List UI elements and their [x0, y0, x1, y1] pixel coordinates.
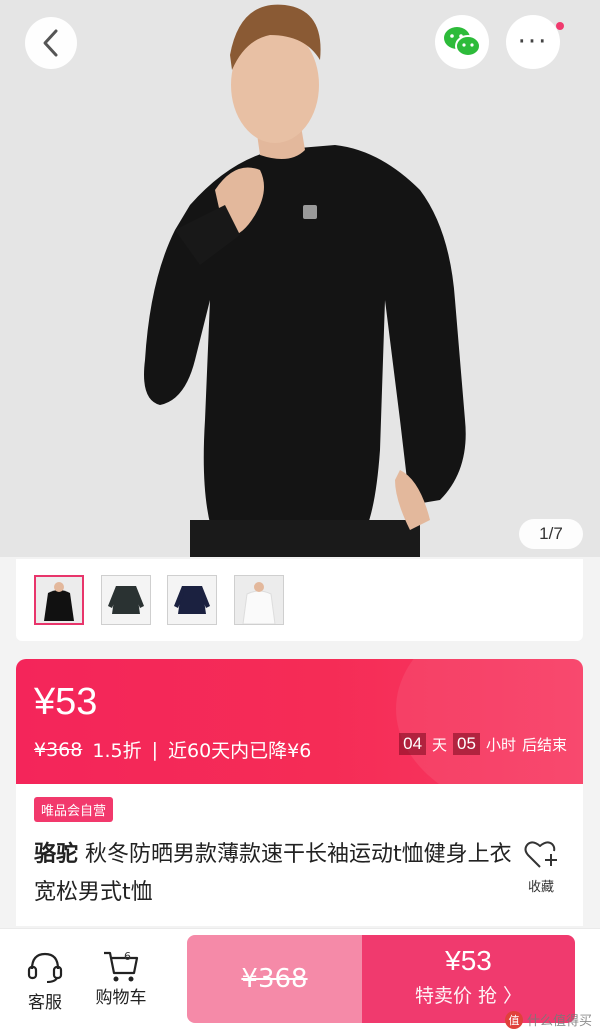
discount-label: 1.5折	[92, 740, 142, 762]
buy-price: ¥53	[445, 945, 492, 976]
current-price: ¥53	[34, 681, 98, 723]
watermark-text: 什么值得买	[526, 1014, 592, 1029]
thumbnail-white[interactable]	[234, 575, 284, 625]
self-operated-badge: 唯品会自营	[34, 797, 114, 822]
bottom-action-bar: 客服 6 购物车 ¥368 ¥53 特卖价 抢 〉 值 什么值得买	[0, 928, 600, 1033]
original-price-label: ¥368	[241, 964, 308, 994]
product-image-gallery[interactable]: ··· 1/7	[0, 0, 600, 557]
favorite-label: 收藏	[527, 880, 554, 895]
product-name: 秋冬防晒男款薄款速干长袖运动t恤健身上衣宽松男式t恤	[34, 842, 512, 905]
brand-name: 骆驼	[34, 842, 79, 867]
wechat-share-button[interactable]	[435, 15, 489, 69]
notification-dot	[556, 22, 564, 30]
product-info-card: 唯品会自营 骆驼 秋冬防晒男款薄款速干长袖运动t恤健身上衣宽松男式t恤 收藏	[16, 784, 583, 926]
cart-button[interactable]: 6 购物车	[86, 949, 156, 1008]
site-watermark: 值 什么值得买	[504, 1010, 592, 1029]
thumbnail-strip	[16, 559, 583, 641]
countdown-suffix: 后结束	[521, 735, 567, 754]
thumbnail-navy[interactable]	[167, 575, 217, 625]
original-price-button[interactable]: ¥368	[187, 935, 362, 1023]
headset-icon	[27, 952, 63, 983]
original-price: ¥368	[34, 738, 83, 761]
countdown-timer: 04 天 05 小时 后结束	[399, 733, 567, 755]
product-title: 骆驼 秋冬防晒男款薄款速干长袖运动t恤健身上衣宽松男式t恤	[34, 836, 514, 912]
cart-label: 购物车	[95, 988, 147, 1008]
more-dots-icon: ···	[517, 27, 549, 57]
price-banner: ¥53 ¥368 1.5折 | 近60天内已降¥6 04 天 05 小时 后结束	[16, 659, 583, 784]
countdown-hours: 05	[453, 733, 480, 755]
customer-service-button[interactable]: 客服	[10, 949, 80, 1013]
thumbnail-dark-grey[interactable]	[101, 575, 151, 625]
product-photo	[0, 0, 600, 557]
wechat-icon	[444, 27, 481, 57]
cart-icon	[104, 951, 139, 982]
more-options-button[interactable]: ···	[506, 15, 560, 69]
back-button[interactable]	[25, 17, 77, 69]
watermark-logo: 值	[504, 1010, 523, 1029]
cart-count: 6	[124, 950, 131, 963]
image-counter: 1/7	[519, 519, 583, 549]
days-unit: 天	[432, 735, 448, 754]
buy-label: 特卖价 抢 〉	[414, 985, 523, 1007]
banner-decoration	[396, 659, 583, 784]
price-drop-note: 近60天内已降¥6	[167, 740, 312, 762]
price-details: ¥368 1.5折 | 近60天内已降¥6	[34, 736, 311, 763]
service-label: 客服	[28, 993, 62, 1013]
thumbnail-black[interactable]	[34, 575, 84, 625]
favorite-button[interactable]: 收藏	[519, 840, 563, 895]
heart-plus-icon	[524, 841, 557, 868]
chevron-left-icon	[43, 29, 58, 57]
countdown-days: 04	[399, 733, 427, 755]
separator: |	[151, 738, 158, 761]
hours-unit: 小时	[485, 735, 516, 754]
